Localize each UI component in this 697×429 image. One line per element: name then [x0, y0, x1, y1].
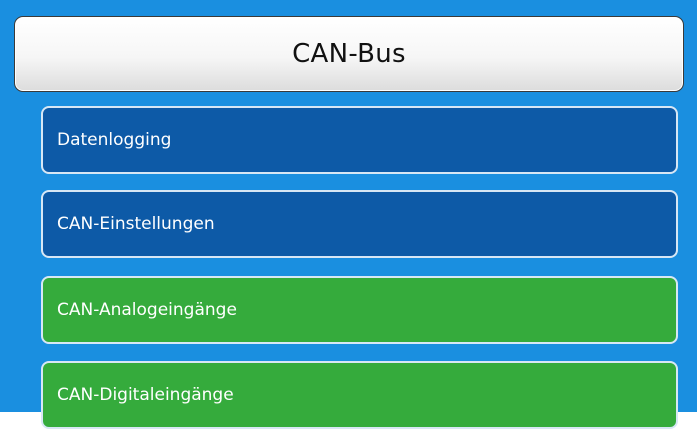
menu-item-label: CAN-Einstellungen [57, 214, 215, 234]
menu-item-can-einstellungen[interactable]: CAN-Einstellungen [41, 190, 678, 258]
can-bus-screen: CAN-Bus Datenlogging CAN-Einstellungen C… [0, 0, 697, 429]
menu-item-can-analogeingaenge[interactable]: CAN-Analogeingänge [41, 276, 678, 344]
menu-item-can-digitaleingaenge[interactable]: CAN-Digitaleingänge [41, 361, 678, 429]
menu-item-label: CAN-Analogeingänge [57, 300, 237, 320]
menu-item-label: Datenlogging [57, 130, 172, 150]
menu-item-datenlogging[interactable]: Datenlogging [41, 106, 678, 174]
page-header: CAN-Bus [14, 16, 684, 92]
menu-item-label: CAN-Digitaleingänge [57, 385, 234, 405]
page-title: CAN-Bus [292, 39, 406, 69]
